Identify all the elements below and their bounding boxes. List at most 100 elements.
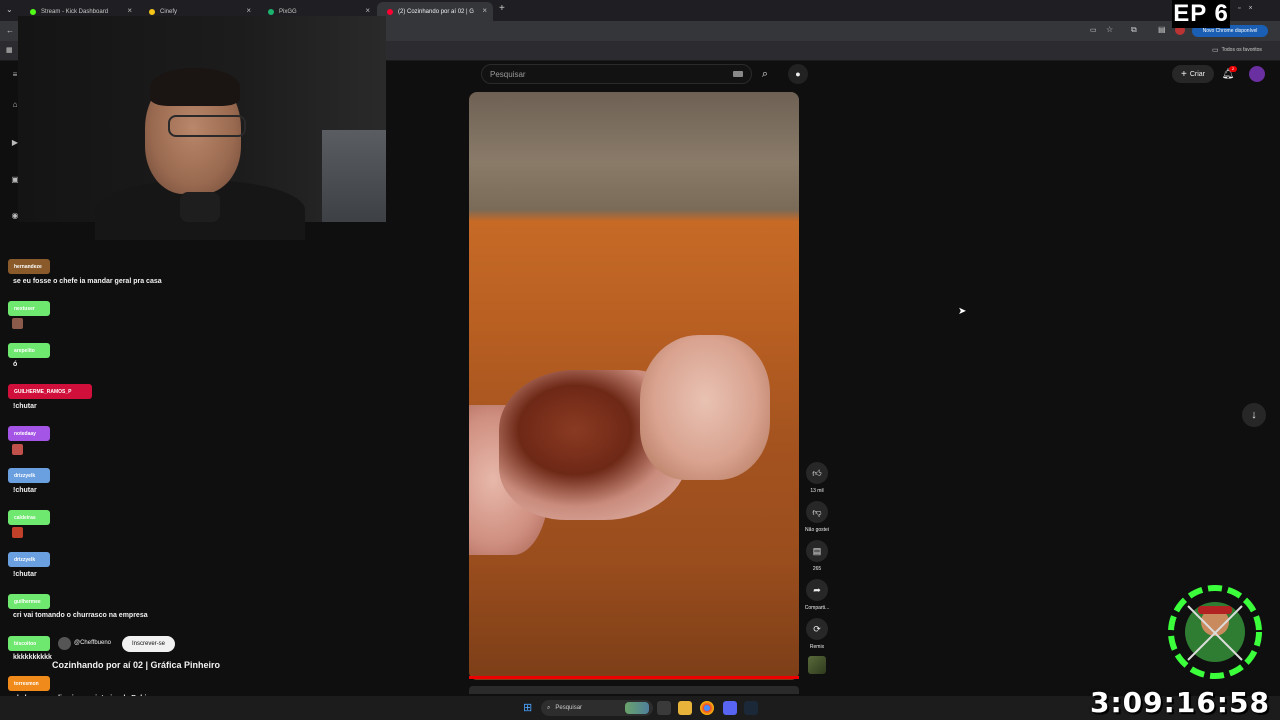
channel-avatar[interactable] <box>58 637 71 650</box>
logo-mascot-bandana <box>1198 606 1232 614</box>
chat-message: se eu fosse o chefe ia mandar geral pra … <box>13 278 162 285</box>
comment-icon: ▤ <box>812 545 822 556</box>
chat-username-badge[interactable]: hernandeze <box>8 259 50 274</box>
new-tab-button[interactable]: + <box>499 3 505 14</box>
thumbs-up-icon: 👍︎ <box>812 467 822 478</box>
stream-uptime-timer: 3:09:16:58 <box>1090 686 1270 719</box>
chat-username-badge[interactable]: torresmon <box>8 676 50 691</box>
window-controls[interactable]: ▫× <box>1238 5 1261 12</box>
close-icon[interactable]: × <box>365 6 370 15</box>
plus-icon: + <box>1180 68 1187 80</box>
chat-username-badge[interactable]: nextuser <box>8 301 50 316</box>
tab-youtube[interactable]: (2) Cozinhando por aí 02 | G × <box>377 2 493 21</box>
notification-count: 2 <box>1229 66 1237 72</box>
screen: { "browser": { "tabs": [ {"label": "Stre… <box>0 0 1280 720</box>
file-explorer-icon[interactable] <box>678 701 692 715</box>
chat-username-badge[interactable]: biscoitoo <box>8 636 50 651</box>
windows-start-icon[interactable]: ⊞ <box>523 702 535 714</box>
episode-badge: EP 6 <box>1172 0 1230 28</box>
webcam-streamer-glasses <box>168 115 246 137</box>
steam-icon[interactable] <box>744 701 758 715</box>
tab-list-dropdown-icon[interactable]: ⌄ <box>6 5 13 14</box>
voice-search-button[interactable]: ● <box>788 64 808 84</box>
dislike-button[interactable]: 👎︎ <box>806 501 828 523</box>
chat-username-badge[interactable]: GUILHERME_RAMOS_P <box>8 384 92 399</box>
chat-message: !chutar <box>13 571 37 578</box>
remix-label: Remix <box>809 644 825 650</box>
apps-icon[interactable]: ▦ <box>6 46 13 54</box>
video-frame-meat-slice <box>640 335 770 480</box>
search-icon: ⌕ <box>761 67 769 80</box>
chat-username-badge[interactable]: guilhermee <box>8 594 50 609</box>
tab-label: Cinefy <box>160 8 178 15</box>
dislike-label: Não gostei <box>805 527 829 533</box>
video-title[interactable]: Cozinhando por aí 02 | Gráfica Pinheiro <box>52 660 220 670</box>
chat-emote-icon <box>12 444 23 455</box>
close-icon[interactable]: × <box>482 6 487 15</box>
mic-icon: ● <box>795 69 801 79</box>
chat-username-badge[interactable]: arepelito <box>8 343 50 358</box>
webcam-streamer-hair <box>150 68 240 106</box>
next-short-preview[interactable] <box>469 686 799 694</box>
share-button[interactable]: ➦ <box>806 579 828 601</box>
search-input[interactable]: Pesquisar <box>481 64 752 84</box>
sound-thumbnail[interactable] <box>808 656 826 674</box>
search-highlight-icon[interactable] <box>625 702 649 714</box>
chat-username-badge[interactable]: caldeiras <box>8 510 50 525</box>
pixgg-icon <box>268 8 274 15</box>
youtube-icon <box>387 8 393 15</box>
kick-icon <box>30 8 36 15</box>
sidebar-icon[interactable]: ▤ <box>1158 25 1166 34</box>
cinefy-icon <box>149 8 155 15</box>
like-button[interactable]: 👍︎ <box>806 462 828 484</box>
gordinho-tv-logo <box>1168 585 1262 679</box>
chat-message: cri vai tomando o churrasco na empresa <box>13 612 148 619</box>
close-icon[interactable]: × <box>127 6 132 15</box>
like-count: 13 mil <box>810 488 824 494</box>
remix-button[interactable]: ⟳ <box>806 618 828 640</box>
chat-emote-icon <box>12 318 23 329</box>
share-icon: ➦ <box>813 584 821 595</box>
search-icon: ⌕ <box>547 704 551 711</box>
folder-icon: ▭ <box>1212 47 1219 54</box>
tab-label: PixGG <box>279 8 297 15</box>
arrow-down-icon: ↓ <box>1251 409 1257 421</box>
thumbs-down-icon: 👎︎ <box>812 506 822 517</box>
chat-message: !chutar <box>13 487 37 494</box>
star-icon[interactable]: ☆ <box>1106 25 1113 34</box>
webcam-background-pc <box>322 130 386 222</box>
tab-label: Stream - Kick Dashboard <box>41 8 109 15</box>
next-short-button[interactable]: ↓ <box>1242 403 1266 427</box>
cast-icon[interactable]: ▭ <box>1090 26 1097 34</box>
webcam-microphone <box>180 192 220 222</box>
chat-message: !chutar <box>13 403 37 410</box>
chat-message: ó <box>13 361 18 368</box>
task-view-icon[interactable] <box>657 701 671 715</box>
mouse-cursor-icon: ➤ <box>958 306 967 317</box>
subscribe-button[interactable]: Inscrever-se <box>122 636 175 652</box>
all-bookmarks-button[interactable]: ▭ Todos os favoritos <box>1212 46 1262 54</box>
keyboard-icon[interactable] <box>733 71 743 77</box>
video-progress-bar[interactable] <box>469 676 799 679</box>
chrome-icon[interactable] <box>700 701 714 715</box>
channel-name[interactable]: @Cheffbueno <box>74 640 111 646</box>
account-avatar[interactable] <box>1249 66 1265 82</box>
remix-icon: ⟳ <box>813 623 821 634</box>
back-icon[interactable]: ← <box>6 26 14 35</box>
search-button[interactable]: ⌕ <box>753 64 777 84</box>
tab-label: (2) Cozinhando por aí 02 | G <box>398 8 474 15</box>
create-button[interactable]: + Criar <box>1172 65 1214 83</box>
share-label: Comparti... <box>804 605 830 611</box>
discord-icon[interactable] <box>723 701 737 715</box>
chat-username-badge[interactable]: notedaay <box>8 426 50 441</box>
chat-username-badge[interactable]: drizzyelk <box>8 552 50 567</box>
extensions-icon[interactable]: ⧉ <box>1131 25 1137 35</box>
all-bookmarks-label: Todos os favoritos <box>1221 47 1262 53</box>
chat-username-badge[interactable]: drizzyelk <box>8 468 50 483</box>
chat-emote-icon <box>12 527 23 538</box>
comment-count: 265 <box>812 566 822 572</box>
close-icon[interactable]: × <box>246 6 251 15</box>
create-label: Criar <box>1189 70 1205 78</box>
comments-button[interactable]: ▤ <box>806 540 828 562</box>
chat-message: kkkkkkkkkk <box>13 654 52 661</box>
